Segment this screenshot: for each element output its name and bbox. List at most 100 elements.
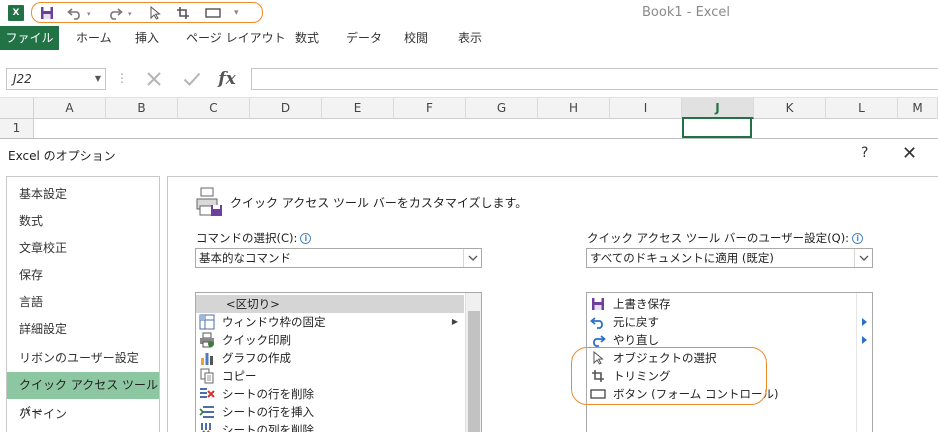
- tab-data[interactable]: データ: [346, 26, 382, 50]
- list-item[interactable]: クイック印刷: [196, 331, 464, 349]
- nav-item-general[interactable]: 基本設定: [7, 181, 159, 208]
- list-item-label: ウィンドウ枠の固定: [222, 315, 326, 329]
- excel-window: X ▾ ▾ ▾ Book1 - Excel ファイル ホーム 挿入 ページ レイ…: [0, 0, 938, 432]
- save-icon: [590, 296, 606, 312]
- name-box[interactable]: J22 ▼: [6, 68, 106, 90]
- excel-app-icon[interactable]: X: [8, 5, 24, 21]
- insert-function-button[interactable]: fx: [215, 68, 239, 90]
- enter-entry-icon[interactable]: [180, 68, 204, 90]
- commands-list[interactable]: <区切り> ウィンドウ枠の固定 ▶ クイック印刷 グラフの作成 コピー シートの…: [195, 292, 482, 432]
- nav-item-save[interactable]: 保存: [7, 262, 159, 289]
- customize-qat-select[interactable]: すべてのドキュメントに適用 (既定): [586, 248, 873, 268]
- excel-options-dialog: Excel のオプション ? ✕ 基本設定 数式 文章校正 保存 言語 詳細設定…: [0, 138, 938, 432]
- column-header-g[interactable]: G: [466, 98, 538, 119]
- list-item-label: シートの行を削除: [222, 387, 314, 401]
- row-header-1[interactable]: 1: [0, 119, 34, 138]
- list-item-label: グラフの作成: [222, 351, 291, 365]
- annotation-highlight: [571, 347, 767, 405]
- nav-item-quick-access-toolbar[interactable]: クイック アクセス ツール バー: [7, 372, 159, 419]
- column-header-c[interactable]: C: [178, 98, 250, 119]
- name-box-dropdown-icon[interactable]: ▼: [95, 69, 101, 89]
- list-item[interactable]: 上書き保存: [587, 295, 855, 313]
- nav-item-addins[interactable]: アドイン: [7, 401, 159, 428]
- tab-review[interactable]: 校閲: [404, 26, 428, 50]
- options-content: クイック アクセス ツール バーをカスタマイズします。 コマンドの選択(C): i…: [167, 176, 938, 432]
- save-icon[interactable]: [38, 5, 56, 21]
- column-header-m[interactable]: M: [898, 98, 938, 119]
- info-icon: i: [300, 233, 312, 244]
- list-item[interactable]: 元に戻す: [587, 313, 855, 331]
- name-box-value: J22: [13, 72, 32, 86]
- nav-item-formulas[interactable]: 数式: [7, 208, 159, 235]
- nav-item-advanced[interactable]: 詳細設定: [7, 316, 159, 343]
- tab-home[interactable]: ホーム: [76, 26, 112, 50]
- list-item[interactable]: ウィンドウ枠の固定 ▶: [196, 313, 464, 331]
- scrollbar-thumb[interactable]: [468, 311, 480, 432]
- customize-qat-icon[interactable]: ▾: [234, 8, 239, 18]
- chevron-down-icon[interactable]: [854, 249, 872, 267]
- redo-dropdown-icon[interactable]: ▾: [128, 10, 132, 18]
- column-header-j[interactable]: J: [682, 98, 754, 119]
- undo-icon: [590, 314, 606, 330]
- selected-column-cell[interactable]: [682, 119, 752, 138]
- column-header-l[interactable]: L: [826, 98, 898, 119]
- nav-item-proofing[interactable]: 文章校正: [7, 235, 159, 262]
- tab-view[interactable]: 表示: [458, 26, 482, 50]
- redo-submenu-arrow-icon[interactable]: [862, 336, 867, 344]
- commands-scrollbar[interactable]: [465, 293, 481, 432]
- chevron-down-icon[interactable]: [463, 249, 481, 267]
- list-item[interactable]: グラフの作成: [196, 349, 464, 367]
- column-header-f[interactable]: F: [394, 98, 466, 119]
- undo-dropdown-icon[interactable]: ▾: [87, 10, 91, 18]
- tab-insert[interactable]: 挿入: [135, 26, 159, 50]
- list-item[interactable]: シートの列を削除: [196, 421, 464, 432]
- list-item[interactable]: <区切り>: [196, 295, 464, 313]
- choose-commands-label: コマンドの選択(C): i: [196, 230, 312, 246]
- close-button[interactable]: ✕: [902, 143, 917, 164]
- nav-item-language[interactable]: 言語: [7, 289, 159, 316]
- tab-formulas[interactable]: 数式: [295, 26, 319, 50]
- list-item[interactable]: シートの行を挿入: [196, 403, 464, 421]
- window-title: Book1 - Excel: [642, 5, 731, 20]
- submenu-arrow-icon: ▶: [451, 317, 458, 326]
- sheet-row: 1: [0, 119, 938, 138]
- column-header-h[interactable]: H: [538, 98, 610, 119]
- list-item-label: 元に戻す: [613, 315, 659, 329]
- insert-rows-icon: [199, 404, 215, 420]
- tab-file[interactable]: ファイル: [0, 26, 59, 50]
- choose-commands-select[interactable]: 基本的なコマンド: [195, 248, 482, 268]
- quick-access-toolbar: ▾ ▾ ▾: [31, 2, 263, 23]
- list-item-label: クイック印刷: [222, 333, 291, 347]
- tab-page-layout[interactable]: ページ レイアウト: [186, 26, 286, 50]
- customize-qat-value: すべてのドキュメントに適用 (既定): [590, 251, 774, 265]
- freeze-panes-icon: [199, 314, 215, 330]
- help-button[interactable]: ?: [861, 145, 868, 161]
- formula-input[interactable]: [251, 68, 938, 90]
- crop-icon[interactable]: [174, 5, 192, 21]
- copy-icon: [199, 368, 215, 384]
- button-form-control-icon[interactable]: [204, 5, 222, 21]
- options-nav: 基本設定 数式 文章校正 保存 言語 詳細設定 リボンのユーザー設定 クイック …: [6, 176, 160, 432]
- column-header-i[interactable]: I: [610, 98, 682, 119]
- column-headers: A B C D E F G H I J K L M: [0, 97, 938, 119]
- column-header-a[interactable]: A: [34, 98, 106, 119]
- list-item[interactable]: コピー: [196, 367, 464, 385]
- undo-icon[interactable]: [66, 5, 84, 21]
- ribbon-tabs: ファイル ホーム 挿入 ページ レイアウト 数式 データ 校閲 表示: [0, 26, 938, 50]
- formula-bar-grip-icon[interactable]: ⋮: [116, 71, 128, 85]
- select-all-corner[interactable]: [0, 98, 34, 119]
- list-item[interactable]: シートの行を削除: [196, 385, 464, 403]
- create-chart-icon: [199, 350, 215, 366]
- customize-qat-label: クイック アクセス ツール バーのユーザー設定(Q): i: [587, 230, 864, 246]
- select-objects-icon[interactable]: [146, 5, 164, 21]
- cancel-entry-icon[interactable]: [142, 68, 166, 90]
- formula-bar: J22 ▼ ⋮ fx: [0, 66, 938, 92]
- undo-submenu-arrow-icon[interactable]: [862, 318, 867, 326]
- list-item-label: <区切り>: [226, 297, 280, 311]
- column-header-d[interactable]: D: [250, 98, 322, 119]
- nav-item-customize-ribbon[interactable]: リボンのユーザー設定: [7, 345, 159, 372]
- column-header-e[interactable]: E: [322, 98, 394, 119]
- column-header-b[interactable]: B: [106, 98, 178, 119]
- column-header-k[interactable]: K: [754, 98, 826, 119]
- redo-icon[interactable]: [106, 5, 124, 21]
